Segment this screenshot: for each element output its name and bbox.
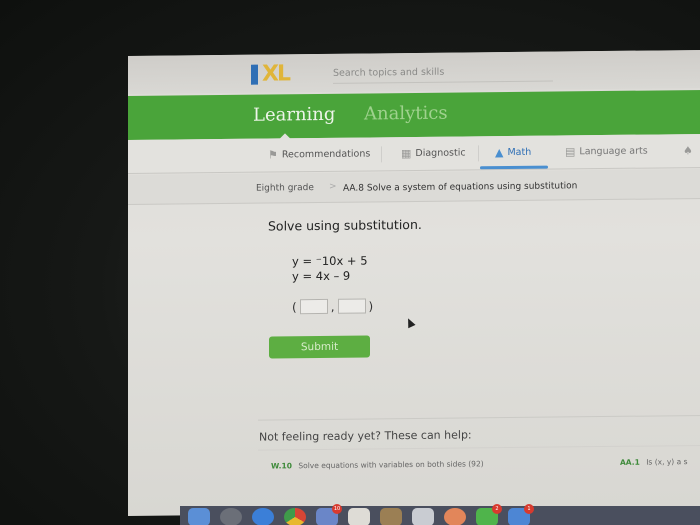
subtab-recommendations[interactable]: ⚑ Recommendations — [268, 147, 370, 161]
answer-pair: ( , ) — [292, 298, 374, 315]
chrome-icon[interactable] — [284, 508, 306, 525]
subtab-math[interactable]: ▲ Math — [495, 146, 531, 159]
safari-icon[interactable] — [252, 508, 274, 525]
notification-badge: 2 — [492, 504, 502, 514]
diagnostic-icon: ▦ — [401, 147, 412, 161]
equation-1: y = ⁻10x + 5 — [292, 253, 368, 269]
photos-icon[interactable]: 10 — [316, 504, 342, 525]
search-input[interactable]: Search topics and skills — [333, 61, 553, 84]
close-paren: ) — [368, 298, 374, 313]
help-skill-link[interactable]: W.10 Solve equations with variables on b… — [271, 459, 484, 470]
math-pyramid-icon: ▲ — [495, 146, 504, 160]
subtab-label: Recommendations — [281, 148, 371, 161]
folder-icon[interactable] — [380, 508, 402, 525]
subtab-label: Diagnostic — [415, 147, 466, 159]
mac-dock: 10 2 1 — [180, 504, 700, 525]
x-answer-input[interactable] — [299, 298, 328, 315]
divider — [381, 146, 382, 163]
more-subject-icon: ♠ — [683, 144, 693, 158]
skill-name: Solve equations with variables on both s… — [298, 459, 484, 471]
skill-code: AA.1 — [620, 457, 640, 467]
app-icon[interactable] — [444, 508, 466, 525]
y-answer-input[interactable] — [337, 298, 366, 314]
help-heading: Not feeling ready yet? These can help: — [259, 428, 472, 444]
preview-icon[interactable] — [412, 508, 434, 525]
help-skill-link[interactable]: AA.1 Is (x, y) a s — [620, 457, 688, 467]
breadcrumb: Eighth grade > AA.8 Solve a system of eq… — [128, 168, 700, 205]
submit-button[interactable]: Submit — [269, 335, 370, 359]
subject-nav: ⚑ Recommendations ▦ Diagnostic ▲ Math ▤ … — [128, 133, 700, 174]
mail-icon[interactable]: 1 — [508, 504, 534, 525]
tab-learning[interactable]: Learning — [253, 104, 335, 126]
logo-text: XL — [262, 61, 289, 87]
active-subtab-underline — [480, 165, 548, 170]
subtab-label: Math — [507, 146, 532, 159]
ixl-logo[interactable]: XL — [251, 61, 289, 87]
breadcrumb-chevron-icon: > — [329, 181, 337, 192]
browser-screen: XL Search topics and skills Learning Ana… — [128, 49, 700, 516]
messages-icon[interactable]: 2 — [476, 504, 502, 525]
problem-instruction: Solve using substitution. — [268, 216, 422, 234]
breadcrumb-skill: AA.8 Solve a system of equations using s… — [343, 181, 578, 194]
tab-analytics[interactable]: Analytics — [364, 103, 448, 125]
finder-icon[interactable] — [188, 508, 210, 525]
breadcrumb-grade[interactable]: Eighth grade — [256, 183, 314, 194]
subtab-diagnostic[interactable]: ▦ Diagnostic — [401, 146, 466, 160]
section-divider — [258, 414, 700, 421]
skill-code: W.10 — [271, 461, 292, 471]
notification-badge: 10 — [332, 504, 342, 514]
subtab-language-arts[interactable]: ▤ Language arts — [565, 145, 648, 159]
ixl-header: XL Search topics and skills — [128, 49, 700, 94]
help-divider — [258, 444, 700, 451]
divider — [478, 145, 479, 162]
subtab-label: Language arts — [579, 145, 648, 158]
notes-icon[interactable] — [348, 508, 370, 525]
skill-name: Is (x, y) a s — [646, 457, 688, 467]
open-paren: ( — [292, 299, 297, 314]
notification-badge: 1 — [524, 504, 534, 514]
recommendations-icon: ⚑ — [268, 148, 278, 162]
equation-2: y = 4x – 9 — [292, 268, 351, 284]
subtab-more[interactable]: ♠ — [683, 144, 697, 157]
book-icon: ▤ — [565, 145, 576, 159]
main-nav: Learning Analytics — [128, 89, 700, 140]
logo-i-bar — [251, 64, 258, 85]
comma: , — [330, 299, 335, 314]
launchpad-icon[interactable] — [220, 508, 242, 525]
